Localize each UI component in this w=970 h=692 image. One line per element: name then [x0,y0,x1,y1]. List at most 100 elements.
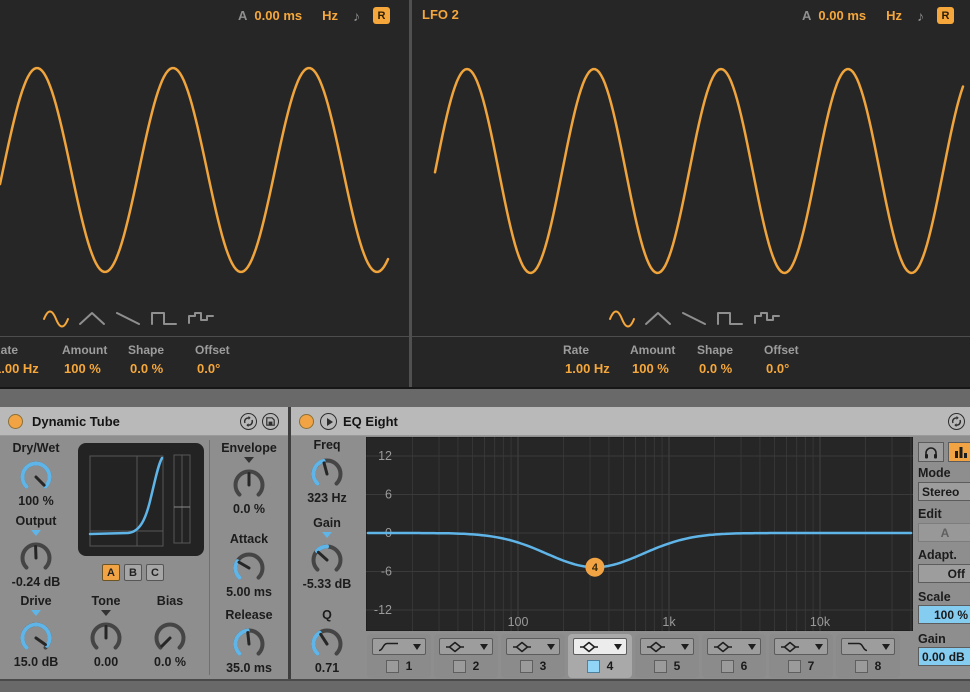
tone-value[interactable]: 0.00 [94,655,118,669]
hot-swap-icon[interactable] [240,413,257,430]
lfo-param-rate: Rate1.00 Hz [563,343,610,376]
eq-right-panel: Mode Stereo Edit A Adapt. Off Scale 100 … [918,436,970,679]
band-6-filter-type-dropdown[interactable] [707,638,761,655]
square-wave-button[interactable] [716,309,744,328]
note-sync-icon[interactable]: ♪ [353,8,360,24]
gain-knob[interactable] [307,539,347,579]
variation-c-button[interactable]: C [146,564,164,581]
band-8-filter-type-dropdown[interactable] [841,638,895,655]
headphones-icon [924,446,938,459]
expand-button[interactable] [320,413,337,430]
band-1-filter-type-dropdown[interactable] [372,638,426,655]
audition-button[interactable] [918,442,944,462]
band-2-filter-type-dropdown[interactable] [439,638,493,655]
band-2-enable-checkbox[interactable] [453,660,466,673]
edit-channel-button[interactable]: A [918,523,970,542]
freq-value[interactable]: 323 Hz [307,491,347,505]
param-value[interactable]: 0.0° [764,361,799,376]
variation-b-button[interactable]: B [124,564,142,581]
release-value[interactable]: 35.0 ms [226,661,272,675]
saw-wave-button[interactable] [114,309,142,328]
eq-eight-titlebar[interactable]: EQ Eight [291,407,970,436]
note-sync-icon[interactable]: ♪ [917,8,924,24]
eq-eight-face: Freq323 Hz Gain-5.33 dB Q0.71 1260-6-121… [291,436,970,679]
band-7-enable-checkbox[interactable] [788,660,801,673]
output-value[interactable]: -0.24 dB [12,575,61,589]
attack-knob[interactable] [229,547,269,587]
band-6-enable-checkbox[interactable] [721,660,734,673]
band-5-enable-checkbox[interactable] [654,660,667,673]
attack-time-value[interactable]: 0.00 ms [818,8,866,23]
param-value[interactable]: 100 % [630,361,675,376]
triangle-wave-button[interactable] [78,309,106,328]
band-1-enable-checkbox[interactable] [386,660,399,673]
adapt-q-dropdown[interactable]: Off [918,564,970,583]
sine-wave-button[interactable] [42,309,70,328]
attack-label: Attack [230,532,268,547]
retrigger-button[interactable]: R [373,7,390,24]
tube-transfer-display [78,443,204,556]
bias-knob[interactable] [150,617,190,657]
device-title: Dynamic Tube [32,414,120,429]
chevron-down-icon [882,644,890,650]
drywet-value[interactable]: 100 % [18,494,53,508]
bias-value[interactable]: 0.0 % [154,655,186,669]
eq-curve-display[interactable]: 1260-6-121001k10k4 [366,437,913,631]
param-value[interactable]: 1.00 Hz [563,361,610,376]
band-2-cell: 2 [434,634,498,678]
gain-value[interactable]: -5.33 dB [303,577,352,591]
output-gain-field[interactable]: 0.00 dB [918,647,970,666]
hot-swap-glyph [951,416,962,427]
band-4-filter-type-dropdown[interactable] [573,638,627,655]
drywet-knob[interactable] [16,456,56,496]
param-value[interactable]: 100 % [62,361,107,376]
sine-wave-button[interactable] [608,309,636,328]
attack-time-value[interactable]: 0.00 ms [254,8,302,23]
band-8-enable-checkbox[interactable] [855,660,868,673]
random-wave-button[interactable] [753,309,781,328]
band-3-enable-checkbox[interactable] [520,660,533,673]
saw-wave-button[interactable] [680,309,708,328]
band-4-enable-checkbox[interactable] [587,660,600,673]
envelope-knob[interactable] [229,464,269,504]
q-value[interactable]: 0.71 [315,661,339,675]
dynamic-tube-titlebar[interactable]: Dynamic Tube [0,407,288,436]
rack-bottom-edge [0,679,970,681]
release-knob[interactable] [229,623,269,663]
band-7-filter-type-dropdown[interactable] [774,638,828,655]
drive-knob[interactable] [16,617,56,657]
device-on-toggle[interactable] [8,414,23,429]
hz-mode-button[interactable]: Hz [886,8,902,23]
spectrum-toggle-button[interactable] [948,442,970,462]
band-5-filter-type-dropdown[interactable] [640,638,694,655]
hz-mode-button[interactable]: Hz [322,8,338,23]
scale-value-field[interactable]: 100 % [918,605,970,624]
y-axis-tick: -12 [374,603,392,617]
band-number-label: 8 [875,659,882,673]
hot-swap-icon[interactable] [948,413,965,430]
low-pass-filter-icon [846,641,868,653]
drive-value[interactable]: 15.0 dB [14,655,58,669]
square-wave-button[interactable] [150,309,178,328]
band-3-filter-type-dropdown[interactable] [506,638,560,655]
band-number-label: 4 [607,659,614,673]
variation-a-button[interactable]: A [102,564,120,581]
save-preset-icon[interactable] [262,413,279,430]
param-value[interactable]: 0.0° [195,361,230,376]
gain-knob-group: Gain-5.33 dB [291,516,363,591]
device-on-toggle[interactable] [299,414,314,429]
band-node-number: 4 [592,562,599,574]
output-knob[interactable] [16,537,56,577]
param-value[interactable]: 0.0 % [697,361,733,376]
attack-value[interactable]: 5.00 ms [226,585,272,599]
mode-dropdown[interactable]: Stereo [918,482,970,501]
random-wave-button[interactable] [187,309,215,328]
param-value[interactable]: 0.0 % [128,361,164,376]
envelope-value[interactable]: 0.0 % [233,502,265,516]
param-value[interactable]: 1.00 Hz [0,361,39,376]
q-knob[interactable] [307,623,347,663]
freq-knob[interactable] [307,453,347,493]
tone-knob[interactable] [86,617,126,657]
triangle-wave-button[interactable] [644,309,672,328]
retrigger-button[interactable]: R [937,7,954,24]
